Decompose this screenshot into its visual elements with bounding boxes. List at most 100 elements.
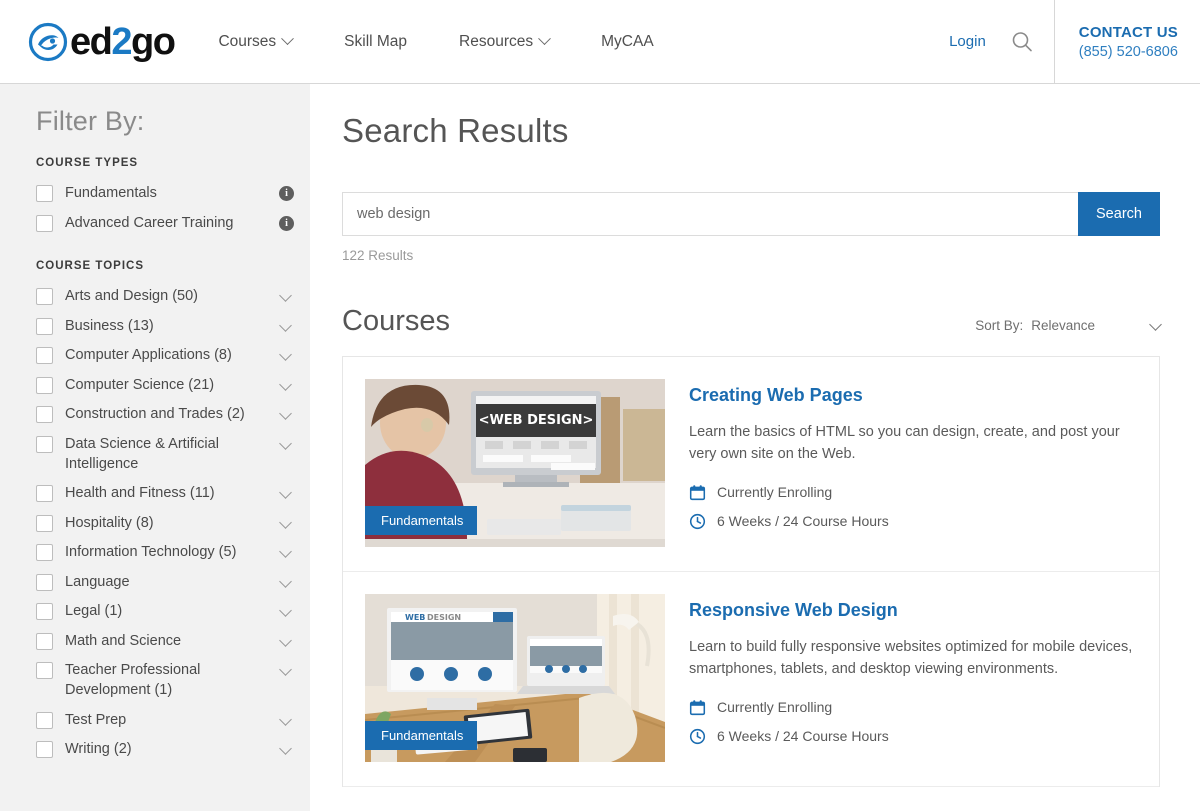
checkbox-writing[interactable] [36, 741, 53, 759]
filter-label-arts-and-design: Arts and Design (50) [65, 288, 198, 305]
chevron-down-icon[interactable] [279, 377, 292, 391]
checkbox-language[interactable] [36, 573, 53, 591]
filter-item-computer-science[interactable]: Computer Science (21) [36, 371, 294, 401]
chevron-down-icon[interactable] [279, 742, 292, 755]
course-card[interactable]: WEB DESIGN Fundamentals Responsive Web D… [343, 572, 1159, 787]
nav-label-skill-map: Skill Map [344, 32, 408, 50]
filter-item-advanced-career-training[interactable]: Advanced Career Training i [36, 209, 294, 239]
filter-item-computer-applications[interactable]: Computer Applications (8) [36, 341, 294, 371]
filter-label-math-and-science: Math and Science [65, 632, 182, 649]
chevron-down-icon[interactable] [279, 515, 292, 529]
chevron-down-icon [1149, 317, 1162, 331]
checkbox-advanced-career-training[interactable] [36, 214, 53, 232]
chevron-down-icon[interactable] [279, 545, 292, 559]
chevron-down-icon[interactable] [279, 574, 292, 588]
info-icon[interactable]: i [279, 215, 294, 231]
chevron-down-icon[interactable] [279, 318, 292, 332]
clock-icon [689, 728, 706, 744]
course-badge: Fundamentals [365, 506, 478, 535]
search-input[interactable] [342, 192, 1078, 236]
filter-label-construction-and-trades: Construction and Trades (2) [65, 406, 245, 423]
contact-us-label: CONTACT US [1078, 23, 1178, 41]
filter-group-label-course-topics: COURSE TOPICS [36, 260, 144, 273]
main-content: Search Results Search 122 Results Course… [310, 84, 1200, 811]
filter-item-hospitality[interactable]: Hospitality (8) [36, 509, 294, 539]
filter-item-math-and-science[interactable]: Math and Science [36, 627, 294, 657]
filter-item-business[interactable]: Business (13) [36, 312, 294, 342]
header-search-button[interactable] [1010, 30, 1034, 54]
checkbox-construction-and-trades[interactable] [36, 406, 53, 424]
filter-item-legal[interactable]: Legal (1) [36, 597, 294, 627]
course-title-link[interactable]: Responsive Web Design [689, 600, 1135, 621]
checkbox-teacher-professional-development[interactable] [36, 662, 53, 680]
course-badge: Fundamentals [365, 721, 478, 750]
filter-item-language[interactable]: Language [36, 568, 294, 598]
checkbox-legal[interactable] [36, 603, 53, 621]
filter-item-data-science-ai[interactable]: Data Science & Artificial Intelligence [36, 430, 294, 479]
filter-label-test-prep: Test Prep [65, 711, 127, 728]
site-logo[interactable]: ed2go [28, 20, 176, 63]
contact-phone-number[interactable]: (855) 520-6806 [1079, 44, 1178, 60]
course-title-link[interactable]: Creating Web Pages [689, 385, 1135, 406]
filter-item-writing[interactable]: Writing (2) [36, 735, 294, 765]
checkbox-hospitality[interactable] [36, 514, 53, 532]
header-right-group: Login CONTACT US (855) 520-6806 [939, 0, 1200, 83]
page-body: Filter By: COURSE TYPES Fundamentals i A… [0, 84, 1200, 811]
checkbox-health-and-fitness[interactable] [36, 485, 53, 503]
checkbox-computer-applications[interactable] [36, 347, 53, 365]
filter-label-teacher-professional-development: Teacher Professional Development (1) [65, 662, 201, 698]
nav-item-resources[interactable]: Resources [433, 23, 575, 61]
checkbox-information-technology[interactable] [36, 544, 53, 562]
chevron-down-icon[interactable] [279, 712, 292, 726]
chevron-down-icon[interactable] [279, 634, 292, 647]
nav-item-skill-map[interactable]: Skill Map [318, 23, 433, 61]
filter-label-legal: Legal (1) [65, 603, 123, 620]
checkbox-business[interactable] [36, 317, 53, 335]
search-icon [1012, 31, 1032, 51]
filter-group-label-course-types: COURSE TYPES [36, 157, 139, 169]
checkbox-math-and-science[interactable] [36, 632, 53, 650]
chevron-down-icon[interactable] [279, 486, 292, 499]
nav-label-resources: Resources [459, 32, 534, 50]
filter-item-construction-and-trades[interactable]: Construction and Trades (2) [36, 400, 294, 430]
chevron-down-icon[interactable] [279, 663, 292, 677]
nav-label-courses: Courses [218, 32, 277, 50]
filter-item-information-technology[interactable]: Information Technology (5) [36, 538, 294, 568]
nav-item-mycaa[interactable]: MyCAA [575, 23, 680, 61]
chevron-down-icon[interactable] [279, 348, 292, 362]
checkbox-data-science-ai[interactable] [36, 435, 53, 453]
checkbox-test-prep[interactable] [36, 711, 53, 729]
logo-wordmark: ed2go [70, 20, 176, 63]
chevron-down-icon[interactable] [279, 289, 292, 302]
chevron-down-icon[interactable] [279, 407, 292, 421]
logo-text-ed: ed [70, 20, 113, 63]
search-button[interactable]: Search [1078, 192, 1160, 236]
checkbox-computer-science[interactable] [36, 376, 53, 394]
logo-text-go: go [131, 20, 176, 63]
filter-item-health-and-fitness[interactable]: Health and Fitness (11) [36, 479, 294, 509]
course-enrollment-status-text: Currently Enrolling [717, 484, 833, 500]
course-thumbnail[interactable]: <WEB DESIGN> Fundamentals [365, 379, 665, 547]
filter-item-teacher-professional-development[interactable]: Teacher Professional Development (1) [36, 656, 294, 705]
main-navigation: Courses Skill Map Resources MyCAA [192, 23, 679, 61]
contact-us-block[interactable]: CONTACT US (855) 520-6806 [1053, 0, 1200, 83]
chevron-down-icon[interactable] [279, 437, 292, 450]
checkbox-arts-and-design[interactable] [36, 288, 53, 306]
info-icon[interactable]: i [279, 186, 294, 201]
filter-item-test-prep[interactable]: Test Prep [36, 706, 294, 736]
sort-by-dropdown[interactable]: Sort By: Relevance [975, 317, 1162, 333]
filter-item-fundamentals[interactable]: Fundamentals i [36, 179, 294, 209]
filter-label-hospitality: Hospitality (8) [65, 514, 154, 531]
filter-label-language: Language [65, 573, 130, 590]
chevron-down-icon[interactable] [279, 604, 292, 618]
course-enrollment-status: Currently Enrolling [689, 699, 1135, 716]
filter-item-arts-and-design[interactable]: Arts and Design (50) [36, 282, 294, 312]
course-enrollment-status: Currently Enrolling [689, 484, 1135, 501]
login-link[interactable]: Login [939, 27, 996, 56]
course-card[interactable]: <WEB DESIGN> Fundamentals Creating Web P… [343, 357, 1159, 572]
course-thumbnail[interactable]: WEB DESIGN Fundamentals [365, 594, 665, 762]
checkbox-fundamentals[interactable] [36, 185, 53, 202]
page-title: Search Results [342, 112, 569, 149]
nav-item-courses[interactable]: Courses [192, 23, 318, 61]
